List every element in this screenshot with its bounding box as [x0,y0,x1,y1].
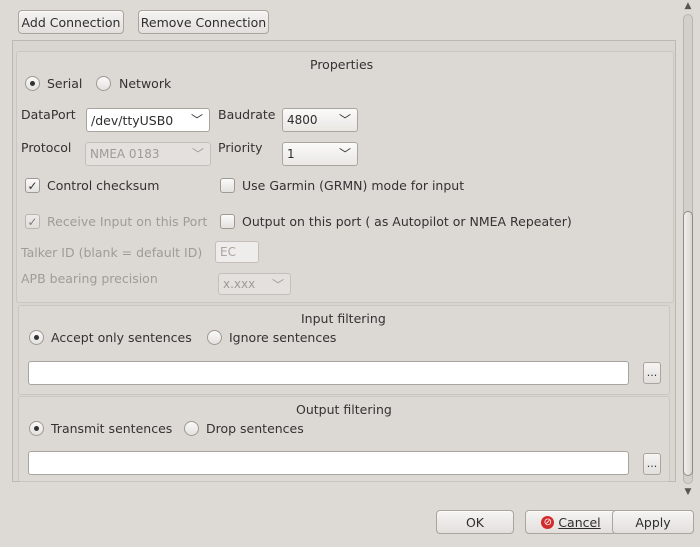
network-label: Network [119,76,172,91]
properties-title: Properties [310,57,374,72]
baudrate-combo[interactable]: 4800 ﹀ [282,108,358,132]
scrollbar-thumb[interactable] [683,211,693,476]
priority-combo[interactable]: 1 ﹀ [282,142,358,166]
transmit-sentences-label: Transmit sentences [51,421,173,436]
baudrate-label: Baudrate [218,107,276,122]
output-on-port-label: Output on this port ( as Autopilot or NM… [242,214,572,229]
ignore-sentences-radio[interactable] [207,330,222,345]
serial-radio[interactable] [25,76,40,91]
apb-precision-label: APB bearing precision [21,271,158,286]
dataport-value: /dev/ttyUSB0 [91,112,174,128]
apply-button[interactable]: Apply [612,510,694,534]
garmin-mode-label: Use Garmin (GRMN) mode for input [242,178,465,193]
chevron-down-icon: ﹀ [338,113,351,127]
drop-sentences-radio[interactable] [184,421,199,436]
control-checksum-label: Control checksum [47,178,160,193]
transmit-sentences-radio[interactable] [29,421,44,436]
protocol-value: NMEA 0183 [90,147,160,161]
properties-panel [16,51,674,303]
ok-button[interactable]: OK [436,510,514,534]
apb-precision-combo: x.xxx ﹀ [218,273,291,295]
input-sentences-browse-button[interactable]: ... [643,362,661,384]
chevron-down-icon: ﹀ [271,278,284,292]
talker-id-input[interactable]: EC [215,241,259,263]
scroll-up-icon[interactable]: ▲ [682,0,694,12]
priority-label: Priority [218,140,263,155]
protocol-combo: NMEA 0183 ﹀ [85,142,211,166]
control-checksum-checkbox[interactable]: ✓ [25,178,40,193]
accept-sentences-radio[interactable] [29,330,44,345]
cancel-label: Cancel [558,514,601,530]
chevron-down-icon[interactable]: ﹀ [191,111,203,128]
talker-id-label: Talker ID (blank = default ID) [21,245,203,260]
drop-sentences-label: Drop sentences [206,421,304,436]
input-sentences-field[interactable] [28,361,629,385]
talker-id-value: EC [220,245,236,259]
checkmark-icon: ✓ [27,214,38,229]
baudrate-value: 4800 [287,113,318,127]
chevron-down-icon: ﹀ [338,147,351,161]
protocol-label: Protocol [21,140,72,155]
output-sentences-browse-button[interactable]: ... [643,453,661,475]
input-filtering-title: Input filtering [301,311,386,326]
cancel-icon: ⊘ [541,515,555,529]
priority-value: 1 [287,147,295,161]
chevron-down-icon: ﹀ [191,147,204,161]
garmin-mode-checkbox[interactable] [220,178,235,193]
add-connection-button[interactable]: Add Connection [18,10,124,34]
network-radio[interactable] [96,76,111,91]
dataport-label: DataPort [21,107,76,122]
dataport-combo[interactable]: /dev/ttyUSB0 ﹀ [86,108,210,132]
output-on-port-checkbox[interactable] [220,214,235,229]
ignore-sentences-label: Ignore sentences [229,330,337,345]
apb-precision-value: x.xxx [223,277,256,291]
scroll-down-icon[interactable]: ▼ [682,486,694,498]
checkmark-icon: ✓ [27,178,38,193]
output-filtering-title: Output filtering [296,402,392,417]
accept-sentences-label: Accept only sentences [51,330,192,345]
serial-label: Serial [47,76,83,91]
receive-input-checkbox: ✓ [25,214,40,229]
remove-connection-button[interactable]: Remove Connection [138,10,269,34]
vertical-scrollbar[interactable]: ▲ ▼ [680,0,696,500]
output-sentences-field[interactable] [28,451,629,475]
receive-input-label: Receive Input on this Port [47,214,208,229]
cancel-button[interactable]: ⊘ Cancel [525,510,617,534]
